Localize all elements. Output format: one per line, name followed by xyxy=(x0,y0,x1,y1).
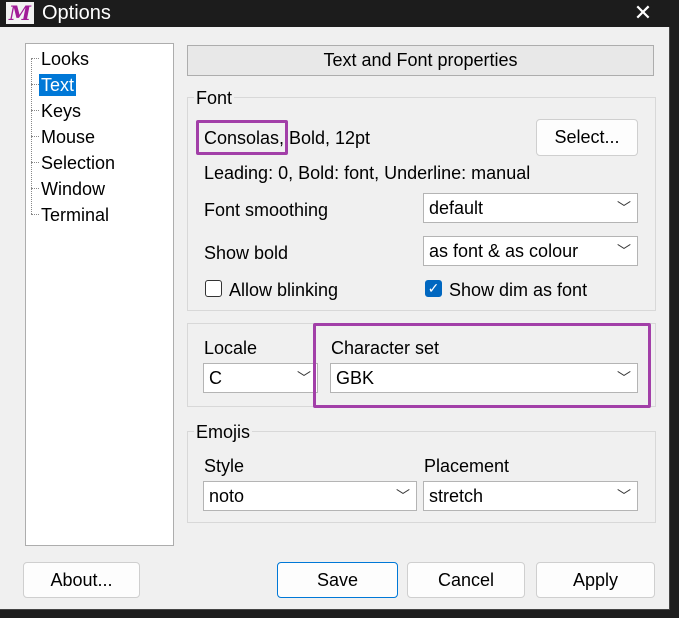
tree-connector xyxy=(31,84,39,85)
panel-header: Text and Font properties xyxy=(187,45,654,76)
apply-button[interactable]: Apply xyxy=(536,562,655,598)
font-info: Leading: 0, Bold: font, Underline: manua… xyxy=(204,163,531,183)
locale-label: Locale xyxy=(204,338,258,358)
emoji-placement-value: stretch xyxy=(429,486,484,506)
emojis-group-label: Emojis xyxy=(194,421,253,443)
tree-connector xyxy=(31,214,39,215)
tree-connector xyxy=(31,162,39,163)
show-bold-label: Show bold xyxy=(204,243,289,263)
sidebar-item-selection[interactable]: Selection xyxy=(39,152,117,174)
allow-blinking-checkbox[interactable] xyxy=(205,280,222,297)
sidebar-item-mouse[interactable]: Mouse xyxy=(39,126,97,148)
about-button[interactable]: About... xyxy=(23,562,140,598)
chevron-down-icon: ﹀ xyxy=(396,488,410,504)
chevron-down-icon: ﹀ xyxy=(617,200,631,216)
sidebar-item-keys[interactable]: Keys xyxy=(39,100,83,122)
sidebar-item-window[interactable]: Window xyxy=(39,178,107,200)
font-smoothing-select[interactable]: default ﹀ xyxy=(423,193,638,223)
tree-connector xyxy=(31,136,39,137)
show-bold-value: as font & as colour xyxy=(429,241,579,261)
category-tree: Looks Text Keys Mouse Selection Window T… xyxy=(25,43,174,546)
close-icon[interactable]: ✕ xyxy=(628,0,658,26)
options-dialog: M Options ✕ Looks Text Keys Mouse Select… xyxy=(0,0,670,610)
font-group-label: Font xyxy=(194,87,235,109)
tree-connector xyxy=(31,110,39,111)
allow-blinking-label: Allow blinking xyxy=(229,280,339,300)
emoji-style-select[interactable]: noto ﹀ xyxy=(203,481,417,511)
font-style: Bold, 12pt xyxy=(289,128,371,148)
chevron-down-icon: ﹀ xyxy=(297,370,311,386)
emoji-style-value: noto xyxy=(209,486,245,506)
show-bold-select[interactable]: as font & as colour ﹀ xyxy=(423,236,638,266)
save-button[interactable]: Save xyxy=(277,562,398,598)
emoji-placement-select[interactable]: stretch ﹀ xyxy=(423,481,638,511)
font-smoothing-label: Font smoothing xyxy=(204,200,329,220)
select-font-button[interactable]: Select... xyxy=(536,119,638,156)
font-name: Consolas, xyxy=(204,128,285,148)
sidebar-item-terminal[interactable]: Terminal xyxy=(39,204,111,226)
title-bar: M Options ✕ xyxy=(0,0,670,27)
sidebar-item-text[interactable]: Text xyxy=(39,74,77,96)
locale-value: C xyxy=(209,368,222,388)
cancel-button[interactable]: Cancel xyxy=(407,562,525,598)
app-logo-icon: M xyxy=(6,2,34,24)
window-title: Options xyxy=(42,2,111,24)
charset-value: GBK xyxy=(336,368,375,388)
chevron-down-icon: ﹀ xyxy=(617,243,631,259)
locale-select[interactable]: C ﹀ xyxy=(203,363,318,393)
chevron-down-icon: ﹀ xyxy=(617,370,631,386)
emoji-style-label: Style xyxy=(204,456,245,476)
tree-connector xyxy=(31,58,39,59)
show-dim-label: Show dim as font xyxy=(449,280,588,300)
font-smoothing-value: default xyxy=(429,198,484,218)
charset-label: Character set xyxy=(331,338,440,358)
tree-connector xyxy=(31,188,39,189)
emoji-placement-label: Placement xyxy=(424,456,510,476)
chevron-down-icon: ﹀ xyxy=(617,488,631,504)
show-dim-checkbox[interactable]: ✓ xyxy=(425,280,442,297)
sidebar-item-looks[interactable]: Looks xyxy=(39,48,91,70)
charset-select[interactable]: GBK ﹀ xyxy=(330,363,638,393)
